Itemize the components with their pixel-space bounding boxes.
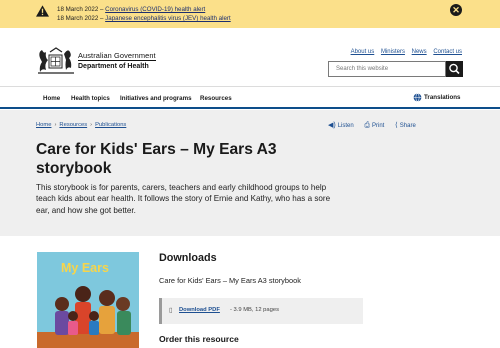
covid-alert-link[interactable]: Coronavirus (COVID-19) health alert: [105, 6, 205, 13]
page-title: Care for Kids' Ears – My Ears A3 storybo…: [36, 141, 277, 177]
main-navigation: Home Health topics Initiatives and progr…: [0, 86, 500, 109]
listen-button[interactable]: ◀) Listen: [328, 122, 354, 129]
page-intro: This storybook is for parents, carers, t…: [36, 183, 331, 215]
share-icon: ⟨: [395, 122, 398, 129]
warning-icon: [36, 5, 49, 17]
listen-label: Listen: [337, 123, 354, 129]
search-input[interactable]: Search this website: [328, 61, 446, 77]
share-label: Share: [399, 123, 416, 129]
share-button[interactable]: ⟨ Share: [395, 122, 416, 129]
jev-alert-link[interactable]: Japanese encephalitis virus (JEV) health…: [105, 15, 231, 22]
nav-divider: [0, 107, 500, 109]
close-alert-icon[interactable]: ✕: [450, 4, 462, 16]
page-hero: Home › Resources › Publications ◀) Listen ⎙ Pr…: [0, 110, 500, 236]
file-icon: ▯: [169, 307, 173, 314]
print-button[interactable]: ⎙ Print: [364, 122, 385, 129]
search-icon: [449, 63, 460, 75]
print-icon: ⎙: [364, 122, 371, 129]
print-label: Print: [372, 123, 385, 129]
nav-item-initiatives[interactable]: Initiatives and programs: [120, 95, 192, 102]
download-pdf-link[interactable]: Download PDF: [179, 307, 220, 313]
download-item: ▯ Download PDF - 3.9 MB, 12 pages: [159, 298, 363, 324]
news-link[interactable]: News: [412, 49, 427, 55]
chevron-right-icon: ›: [90, 122, 93, 128]
government-wordmark: Australian Government Department of Heal…: [78, 51, 156, 71]
chevron-right-icon: ›: [54, 122, 57, 128]
site-header: Australian Government Department of Heal…: [0, 28, 500, 86]
translations-button[interactable]: Translations: [413, 93, 460, 102]
contact-us-link[interactable]: Contact us: [433, 49, 462, 55]
gov-line: Australian Government: [78, 51, 156, 60]
nav-item-home[interactable]: Home: [43, 95, 60, 102]
downloads-heading: Downloads: [159, 252, 217, 264]
file-meta: - 3.9 MB, 12 pages: [230, 307, 279, 313]
alert-line: 18 March 2022 – Japanese encephalitis vi…: [57, 15, 231, 22]
globe-icon: [413, 93, 422, 102]
breadcrumb-publications[interactable]: Publications: [95, 122, 126, 128]
about-us-link[interactable]: About us: [351, 49, 375, 55]
nav-item-health-topics[interactable]: Health topics: [71, 95, 110, 102]
speaker-icon: ◀): [328, 122, 336, 129]
family-illustration: [37, 286, 139, 348]
document-name: Care for Kids' Ears – My Ears A3 storybo…: [159, 276, 301, 285]
utility-links: About us Ministers News Contact us: [346, 49, 462, 55]
search-button[interactable]: [446, 61, 463, 77]
order-heading: Order this resource: [159, 334, 239, 344]
health-alert-banner: 18 March 2022 – Coronavirus (COVID-19) h…: [0, 0, 500, 28]
storybook-cover-image: My Ears: [37, 252, 139, 348]
page-actions: ◀) Listen ⎙ Print ⟨ Share: [328, 121, 425, 130]
translations-label: Translations: [424, 94, 461, 102]
ministers-link[interactable]: Ministers: [381, 49, 405, 55]
breadcrumb-home[interactable]: Home: [36, 122, 51, 128]
breadcrumb: Home › Resources › Publications: [36, 122, 126, 128]
alert-line: 18 March 2022 – Coronavirus (COVID-19) h…: [57, 6, 205, 13]
coat-of-arms-logo[interactable]: [36, 46, 76, 76]
nav-item-resources[interactable]: Resources: [200, 95, 232, 102]
breadcrumb-resources[interactable]: Resources: [59, 122, 87, 128]
alert-date: 18 March 2022 –: [57, 6, 106, 13]
alert-date: 18 March 2022 –: [57, 15, 106, 22]
department-name: Department of Health: [78, 60, 156, 71]
